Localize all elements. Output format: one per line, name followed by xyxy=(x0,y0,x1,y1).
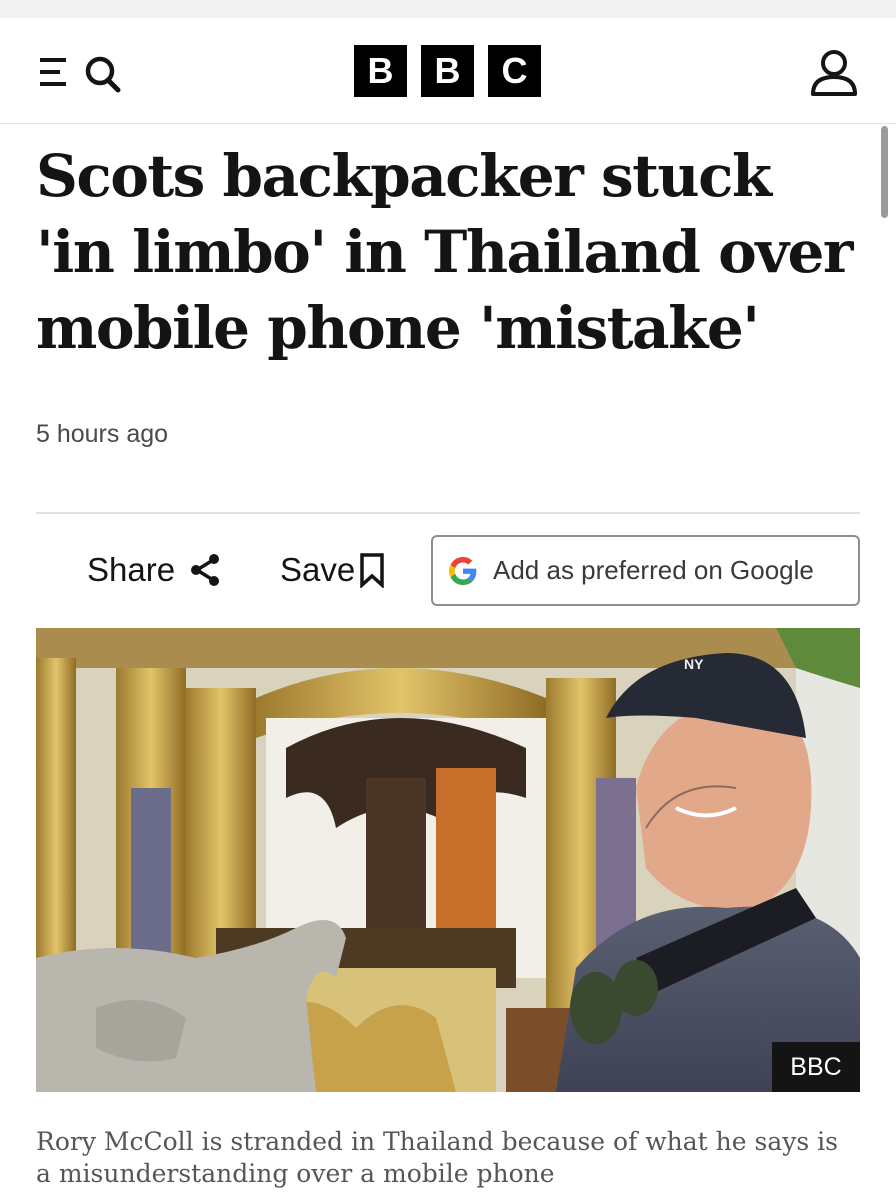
logo-letter: B xyxy=(421,45,474,97)
logo-letter: B xyxy=(354,45,407,97)
account-button[interactable] xyxy=(808,48,860,98)
article-photo: NY BBC xyxy=(36,628,860,1092)
status-strip xyxy=(0,0,896,18)
save-button[interactable]: Save xyxy=(280,548,385,592)
photo-credit-badge: BBC xyxy=(772,1042,860,1092)
article-timestamp: 5 hours ago xyxy=(36,420,169,448)
bbc-logo[interactable]: B B C xyxy=(354,45,541,97)
google-g-icon xyxy=(449,556,477,585)
account-icon xyxy=(811,50,857,96)
menu-search-button[interactable] xyxy=(38,50,130,94)
save-label: Save xyxy=(280,551,356,588)
share-label: Share xyxy=(87,551,176,588)
search-icon xyxy=(85,56,121,93)
article-headline: Scots backpacker stuck 'in limbo' in Tha… xyxy=(36,142,854,362)
divider xyxy=(36,512,860,514)
menu-icon xyxy=(40,56,121,93)
cap-logo: NY xyxy=(684,656,704,672)
scrollbar[interactable] xyxy=(881,126,888,218)
add-preferred-google-button[interactable]: Add as preferred on Google xyxy=(431,535,860,606)
share-button[interactable]: Share xyxy=(87,548,221,592)
share-icon xyxy=(191,554,220,586)
photo-illustration: NY xyxy=(36,628,860,1092)
logo-letter: C xyxy=(488,45,541,97)
photo-caption: Rory McColl is stranded in Thailand beca… xyxy=(36,1127,838,1188)
google-button-label: Add as preferred on Google xyxy=(493,555,814,585)
bookmark-icon xyxy=(360,553,384,588)
site-header: B B C xyxy=(0,18,896,124)
